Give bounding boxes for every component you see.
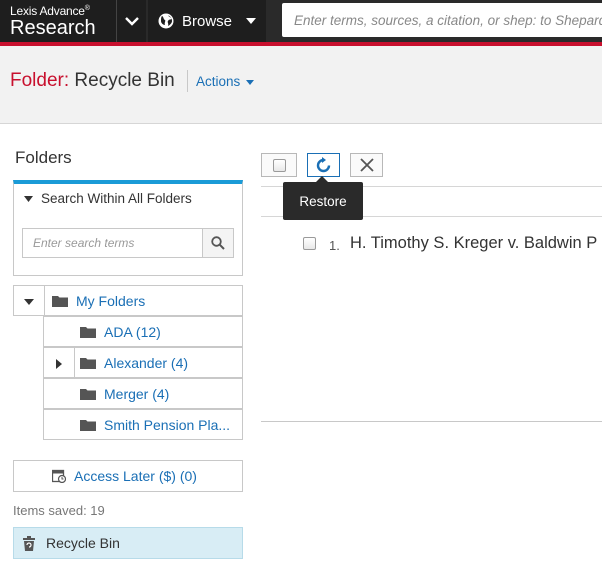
chevron-down-icon (124, 17, 139, 26)
browse-menu-button[interactable]: Browse (148, 0, 266, 42)
product-menu-button[interactable] (116, 0, 146, 42)
recycle-bin-label: Recycle Bin (46, 535, 120, 551)
folder-search-placeholder: Enter search terms (33, 236, 135, 250)
folder-tree-root[interactable]: My Folders (13, 285, 243, 317)
browse-label: Browse (182, 12, 233, 30)
folder-icon (52, 295, 68, 307)
actions-menu-button[interactable]: Actions (196, 74, 255, 89)
delete-button[interactable] (350, 153, 383, 177)
search-within-panel: Search Within All Folders Enter search t… (13, 180, 243, 276)
caret-right-icon (56, 358, 62, 369)
access-later-label: Access Later ($) (0) (74, 468, 197, 484)
tree-collapse-toggle[interactable] (14, 286, 45, 317)
sidebar-title: Folders (15, 148, 72, 167)
access-later-link[interactable]: Access Later ($) (0) (13, 460, 243, 492)
search-icon (211, 236, 225, 250)
folder-icon (80, 326, 96, 338)
brand-registered-mark: ® (84, 5, 90, 12)
document-title-link[interactable]: H. Timothy S. Kreger v. Baldwin P (350, 234, 597, 253)
folder-title-name: Recycle Bin (74, 70, 175, 91)
folder-title-label: Folder: (10, 70, 70, 91)
page-title: Folder: Recycle Bin (10, 70, 175, 92)
search-within-toggle[interactable]: Search Within All Folders (24, 191, 192, 206)
main-search-placeholder: Enter terms, sources, a citation, or she… (294, 12, 602, 28)
folder-item-smith-pension[interactable]: Smith Pension Pla... (43, 409, 243, 440)
folder-search-input[interactable]: Enter search terms (22, 228, 202, 258)
folder-icon (80, 419, 96, 431)
folder-search-button[interactable] (202, 228, 234, 258)
recycle-bin-item[interactable]: Recycle Bin (13, 527, 243, 559)
brand-logo[interactable]: Lexis Advance® Research (0, 0, 116, 42)
search-within-label: Search Within All Folders (41, 191, 192, 206)
caret-down-icon (246, 18, 257, 24)
folder-item-label: ADA (12) (104, 323, 161, 340)
folder-item-label: Merger (4) (104, 385, 170, 402)
document-checkbox[interactable] (303, 237, 316, 250)
close-icon (359, 158, 374, 172)
tree-expand-toggle[interactable] (44, 348, 75, 379)
select-all-checkbox[interactable] (261, 153, 297, 177)
folder-icon (80, 357, 96, 369)
restore-tooltip: Restore (283, 176, 363, 220)
list-bottom-divider (261, 421, 602, 422)
document-number: 1. (329, 238, 340, 253)
globe-icon (158, 13, 174, 29)
folder-item-label: Smith Pension Pla... (104, 416, 231, 433)
clock-calendar-icon (52, 469, 66, 483)
folder-item-alexander[interactable]: Alexander (4) (43, 347, 243, 379)
folder-item-label: Alexander (4) (104, 354, 189, 371)
brand-subtitle: Lexis Advance (10, 4, 85, 18)
brand-title: Research (10, 17, 96, 39)
folder-item-merger[interactable]: Merger (4) (43, 378, 243, 409)
main-search-input[interactable]: Enter terms, sources, a citation, or she… (282, 3, 602, 37)
checkbox-icon (272, 158, 286, 172)
folder-item-ada[interactable]: ADA (12) (43, 316, 243, 347)
caret-down-icon (24, 195, 33, 202)
items-saved-count: Items saved: 19 (13, 503, 105, 518)
caret-down-icon (246, 79, 255, 85)
my-folders-label: My Folders (76, 292, 146, 309)
restore-icon (316, 156, 331, 172)
restore-button[interactable] (307, 153, 340, 177)
recycle-bin-icon (23, 535, 35, 551)
actions-label: Actions (196, 74, 241, 89)
caret-down-icon (24, 298, 34, 305)
title-divider (187, 70, 188, 92)
folder-icon (80, 388, 96, 400)
